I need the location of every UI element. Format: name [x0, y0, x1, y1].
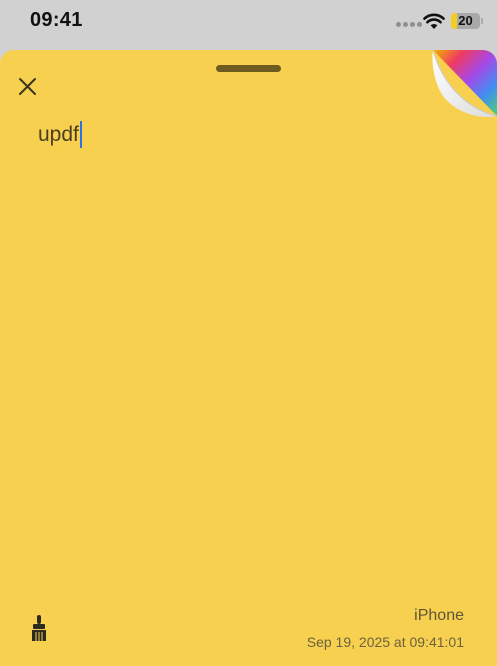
note-device: iPhone — [414, 607, 464, 624]
paintbrush-icon[interactable] — [30, 614, 48, 642]
text-caret — [79, 121, 82, 148]
battery-level: 20 — [458, 13, 473, 28]
color-peel-icon[interactable] — [431, 50, 497, 118]
sheet-grabber[interactable] — [216, 65, 281, 72]
status-time: 09:41 — [30, 9, 83, 31]
status-bar: 09:41 20 — [0, 0, 497, 44]
note-text-area[interactable]: updf — [38, 121, 82, 148]
cellular-dots-icon — [396, 22, 422, 27]
screen: 09:41 20 updf iPhone Sep 19, 2025 at 09:… — [0, 0, 497, 666]
note-text: updf — [38, 122, 79, 146]
note-timestamp: Sep 19, 2025 at 09:41:01 — [306, 634, 464, 650]
wifi-icon — [423, 13, 445, 29]
battery-icon: 20 — [451, 13, 480, 29]
close-icon[interactable] — [12, 71, 42, 101]
quick-note-sheet: updf iPhone Sep 19, 2025 at 09:41:01 — [0, 50, 497, 666]
battery-nub — [481, 18, 483, 24]
